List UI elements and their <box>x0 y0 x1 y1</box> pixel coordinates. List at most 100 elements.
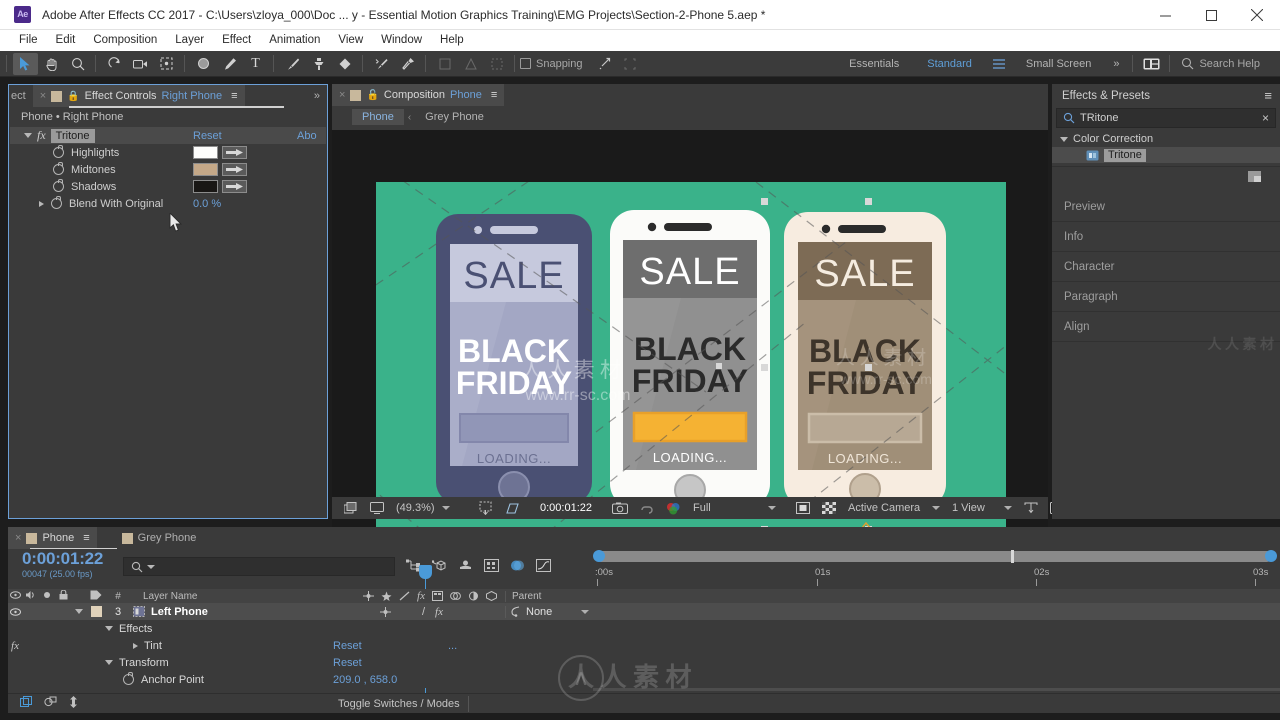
panel-menu-icon[interactable]: ≡ <box>491 89 497 101</box>
work-area-end-handle[interactable] <box>1265 550 1277 562</box>
disclosure-triangle-icon[interactable] <box>133 642 138 649</box>
disclosure-triangle-icon[interactable] <box>1060 136 1068 142</box>
tab-timeline-phone[interactable]: × Phone ≡ <box>8 527 97 549</box>
table-row[interactable]: Effects <box>8 620 1280 637</box>
shadows-color-swatch[interactable] <box>193 180 218 193</box>
rotation-tool[interactable] <box>102 53 127 75</box>
panel-align[interactable]: Align <box>1052 312 1280 342</box>
project-tab[interactable]: ect <box>9 85 33 107</box>
magnification-dropdown[interactable]: (49.3%) <box>390 499 464 517</box>
clone-stamp-tool[interactable] <box>306 53 331 75</box>
menu-edit[interactable]: Edit <box>47 30 85 51</box>
stopwatch-icon[interactable] <box>123 672 134 685</box>
zoom-tool[interactable] <box>65 53 90 75</box>
parent-value[interactable]: None <box>526 606 552 618</box>
clear-search-icon[interactable]: × <box>1262 111 1269 125</box>
stopwatch-icon[interactable] <box>53 162 64 175</box>
monitor-icon[interactable] <box>364 499 390 517</box>
search-help-field[interactable]: Search Help <box>1175 54 1266 73</box>
work-area-bar[interactable] <box>593 549 1280 565</box>
midtones-color-swatch[interactable] <box>193 163 218 176</box>
composition-canvas[interactable]: SALE BLACK FRIDAY LOADING... SALE BLACK … <box>376 182 1006 536</box>
close-tab-icon[interactable]: × <box>40 90 46 102</box>
effect-options-button[interactable]: ... <box>448 640 457 652</box>
menu-file[interactable]: File <box>10 30 47 51</box>
region-toggle-icon[interactable] <box>790 499 816 517</box>
minimize-icon[interactable] <box>1142 0 1188 30</box>
effects-group-color-correction[interactable]: Color Correction <box>1052 131 1280 147</box>
camera-view-dropdown[interactable]: Active Camera <box>842 499 946 517</box>
selection-tool[interactable] <box>13 52 38 75</box>
chevron-down-icon[interactable] <box>441 506 450 510</box>
property-highlights[interactable]: Highlights <box>9 144 327 161</box>
layer-name[interactable]: Left Phone <box>151 606 208 618</box>
draft-3d-icon[interactable] <box>431 559 447 575</box>
workspace-menu-icon[interactable] <box>987 53 1012 75</box>
close-icon[interactable] <box>1234 0 1280 30</box>
effect-reset-button[interactable]: Reset <box>193 130 222 142</box>
property-midtones[interactable]: Midtones <box>9 161 327 178</box>
view-layout-dropdown[interactable]: 1 View <box>946 499 1018 517</box>
workspace-overflow-icon[interactable]: » <box>1105 58 1127 70</box>
lock-icon[interactable]: 🔓 <box>366 90 378 101</box>
pan-behind-tool[interactable] <box>154 53 179 75</box>
anchor-point-value[interactable]: 209.0 , 658.0 <box>333 674 397 686</box>
disclosure-triangle-icon[interactable] <box>105 626 113 631</box>
transparency-grid-icon[interactable] <box>816 499 842 517</box>
disclosure-triangle-icon[interactable] <box>105 660 113 665</box>
grid-guides-icon[interactable] <box>499 499 526 517</box>
snapping-checkbox-icon[interactable] <box>520 58 531 69</box>
tab-timeline-grey-phone[interactable]: Grey Phone <box>115 527 204 549</box>
menu-effect[interactable]: Effect <box>213 30 260 51</box>
layer-name-column-header[interactable]: Layer Name <box>129 591 249 602</box>
menu-composition[interactable]: Composition <box>84 30 166 51</box>
panel-paragraph[interactable]: Paragraph <box>1052 282 1280 312</box>
comp-timecode[interactable]: 0:00:01:22 <box>534 499 598 517</box>
eraser-tool[interactable] <box>332 53 357 75</box>
index-column-header[interactable]: # <box>107 591 129 602</box>
time-ruler[interactable]: :00s 01s 02s 03s 人 人 素 材 人 人 素 材 www.rr-… <box>593 565 1280 618</box>
effect-header-tritone[interactable]: fx Tritone Reset Abo <box>10 127 326 144</box>
midtones-eyedropper-icon[interactable] <box>222 163 247 176</box>
property-shadows[interactable]: Shadows <box>9 178 327 195</box>
panel-info[interactable]: Info <box>1052 222 1280 252</box>
workspace-small-screen[interactable]: Small Screen <box>1012 58 1105 70</box>
effects-item-tritone[interactable]: Tritone <box>1052 147 1280 163</box>
maximize-icon[interactable] <box>1188 0 1234 30</box>
frame-blending-icon[interactable] <box>484 559 499 575</box>
timeline-search-field[interactable] <box>123 557 395 576</box>
effect-label[interactable]: Tint <box>144 640 162 652</box>
snapping-toggle[interactable]: Snapping <box>520 58 591 70</box>
shadows-eyedropper-icon[interactable] <box>222 180 247 193</box>
workspace-layout-icon[interactable] <box>1139 53 1164 75</box>
timeline-current-time[interactable]: 0:00:01:22 <box>8 549 123 569</box>
take-snapshot-icon[interactable] <box>606 499 634 517</box>
mask-tool-1[interactable] <box>432 53 457 75</box>
selection-handle-left[interactable] <box>761 364 768 371</box>
menu-window[interactable]: Window <box>372 30 431 51</box>
close-tab-icon[interactable]: × <box>15 532 21 544</box>
table-row[interactable]: Transform Reset <box>8 654 1280 671</box>
type-tool[interactable]: T <box>243 53 268 75</box>
selection-handle-right[interactable] <box>865 364 872 371</box>
layer-label-color[interactable] <box>90 606 102 617</box>
puppet-pin-tool[interactable] <box>395 53 420 75</box>
parent-picker[interactable]: None <box>505 605 593 618</box>
tab-effect-controls[interactable]: × 🔒 Effect Controls Right Phone ≡ <box>32 85 245 107</box>
disclosure-triangle-icon[interactable] <box>24 133 32 138</box>
comp-flowchart-footer-icon[interactable] <box>20 696 33 711</box>
chevron-down-icon[interactable] <box>768 506 776 510</box>
disclosure-triangle-icon[interactable] <box>39 200 44 207</box>
close-tab-icon[interactable]: × <box>339 89 345 101</box>
table-row[interactable]: Anchor Point 209.0 , 658.0 <box>8 671 1280 688</box>
transform-reset-button[interactable]: Reset <box>333 657 362 669</box>
channel-rgb-icon[interactable] <box>660 499 687 517</box>
roto-brush-tool[interactable] <box>369 53 394 75</box>
workspace-standard[interactable]: Standard <box>913 58 986 70</box>
property-blend-with-original[interactable]: Blend With Original 0.0 % <box>9 195 327 212</box>
show-snapshot-icon[interactable] <box>634 499 660 517</box>
camera-tool[interactable] <box>128 53 153 75</box>
chevron-down-icon[interactable] <box>1004 506 1012 510</box>
chevron-down-icon[interactable] <box>147 564 155 569</box>
highlights-eyedropper-icon[interactable] <box>222 146 247 159</box>
